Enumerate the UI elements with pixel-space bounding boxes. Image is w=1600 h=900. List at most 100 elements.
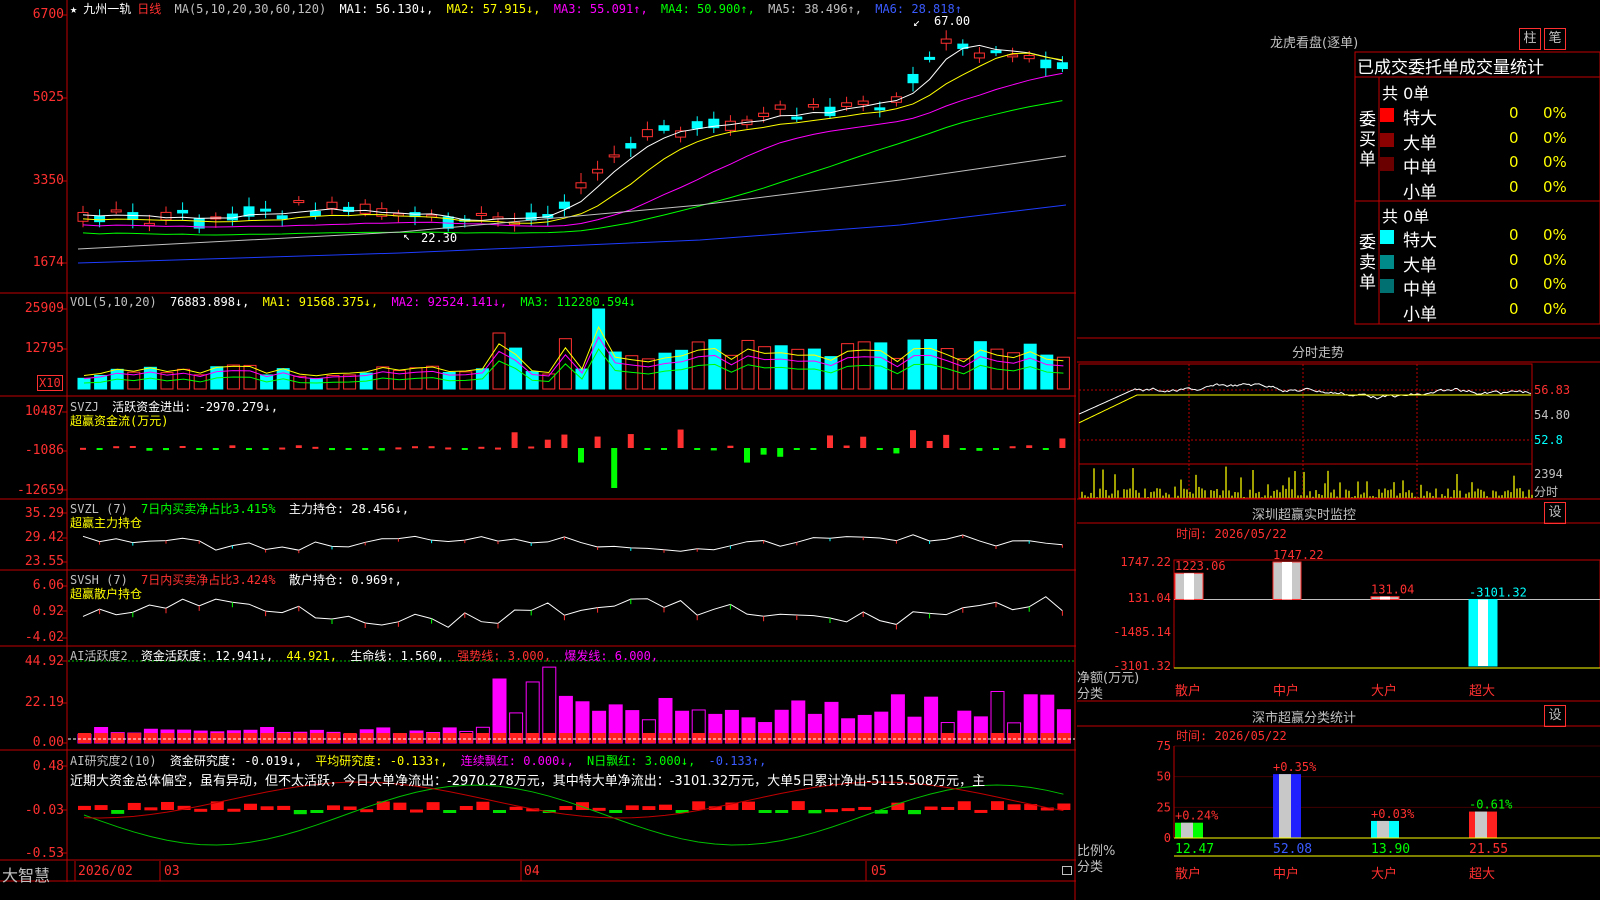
intraday-volume-bar xyxy=(1225,466,1227,498)
class-ytick: 0 xyxy=(1164,831,1171,845)
main-ytick-2: 5025 xyxy=(32,90,64,105)
svsh-ytick-3: -4.02 xyxy=(24,630,64,645)
research-bar xyxy=(244,803,257,810)
vol-ytick-2: 12795 xyxy=(24,341,64,356)
intraday-volume-bar xyxy=(1441,494,1443,498)
activity-base-bar xyxy=(742,733,755,743)
fund-flow-bar xyxy=(727,445,734,448)
class-category: 大户 xyxy=(1371,866,1397,882)
intraday-volume-bar xyxy=(1192,493,1194,498)
main-ytick-4: 1674 xyxy=(32,255,64,270)
period-label[interactable]: 日线 xyxy=(137,2,161,16)
sell-row: 特大 0 0% xyxy=(1380,226,1600,251)
brand-label[interactable]: 大智慧 xyxy=(2,862,50,886)
class-category: 散户 xyxy=(1175,866,1201,882)
ai-active-v2: 44.921, xyxy=(286,649,337,663)
research-bar xyxy=(227,808,241,812)
activity-base-bar xyxy=(393,733,407,743)
intraday-volume-bar xyxy=(1495,491,1497,498)
ai-active-name: AI活跃度2 xyxy=(70,649,128,663)
fund-flow-bar xyxy=(295,445,302,448)
activity-base-bar xyxy=(1057,733,1071,743)
monitor-category: 大户 xyxy=(1371,683,1397,699)
fund-flow-bar xyxy=(312,446,319,449)
intraday-volume-bar xyxy=(1291,489,1293,498)
fund-flow-bar xyxy=(777,448,784,457)
research-bar xyxy=(327,805,340,810)
monitor-frame xyxy=(1173,559,1600,669)
research-bar xyxy=(260,806,274,810)
intraday-volume-bar xyxy=(1363,492,1365,498)
intraday-title[interactable]: 分时走势 xyxy=(1292,342,1344,361)
candle-body xyxy=(990,50,1002,54)
svsh-subtitle: 超赢散户持仓 xyxy=(70,587,143,601)
candle-body xyxy=(1007,54,1019,58)
monitor-ytick: -1485.14 xyxy=(1113,625,1171,639)
activity-base-bar xyxy=(941,733,955,743)
intraday-volume-bar xyxy=(1114,474,1116,498)
monitor-ytick: 131.04 xyxy=(1128,591,1171,605)
chart-area[interactable]: ↙ ↖ ★ 九州一轨 日线 MA(5,10,20,30,60,120) MA1: 56… xyxy=(0,0,1076,900)
monitor-bar-label: 131.04 xyxy=(1371,583,1414,597)
buy-color-swatch xyxy=(1380,157,1394,171)
activity-base-bar xyxy=(974,733,988,743)
fund-flow-bar xyxy=(461,448,468,450)
research-bar xyxy=(194,808,208,812)
fund-flow-bar xyxy=(362,448,369,450)
activity-base-bar xyxy=(144,733,158,743)
research-bar xyxy=(642,806,656,810)
candle-body xyxy=(691,121,703,129)
fund-flow-bar xyxy=(229,445,236,448)
candle-body xyxy=(359,203,371,214)
sell-label: 小单 xyxy=(1403,304,1437,325)
intraday-volume-bar xyxy=(1264,495,1266,498)
lock-icon[interactable] xyxy=(1062,866,1072,875)
activity-bar xyxy=(542,666,557,744)
sz-class-settings-button[interactable]: 设 xyxy=(1544,705,1566,727)
volume-bar xyxy=(309,378,323,390)
candle-body xyxy=(940,38,952,44)
candle-body xyxy=(309,211,321,217)
candle-body xyxy=(824,106,836,117)
candle-body xyxy=(558,201,570,209)
intraday-volume-bar xyxy=(1525,496,1527,498)
favorite-star-icon[interactable]: ★ xyxy=(70,2,77,16)
intraday-volume-bar xyxy=(1417,497,1419,498)
fund-flow-bar xyxy=(478,446,485,449)
sz-class-xlabel: 分类 xyxy=(1077,860,1104,875)
ma1-line xyxy=(82,44,1063,222)
svzj-ytick-3: -12659 xyxy=(17,483,64,498)
intraday-volume-bar xyxy=(1375,497,1377,498)
intraday-volume-bar xyxy=(1528,489,1530,498)
activity-base-bar xyxy=(1024,733,1038,743)
intraday-volume-bar xyxy=(1396,495,1398,498)
research-bar xyxy=(1007,804,1021,810)
intraday-volume-bar xyxy=(1477,488,1479,498)
sz-monitor-settings-button[interactable]: 设 xyxy=(1544,502,1566,524)
activity-base-bar xyxy=(559,733,573,743)
ai-research-nday: N日飘红: 3.000↓, xyxy=(587,754,696,768)
research-bar xyxy=(924,806,938,810)
monitor-bar-highlight xyxy=(1478,599,1488,666)
fund-flow-bar xyxy=(495,447,501,450)
intraday-volume-bar xyxy=(1453,490,1455,498)
intraday-volume-bar xyxy=(1339,482,1341,498)
research-bar xyxy=(360,809,374,813)
column-view-button[interactable]: 柱 xyxy=(1519,28,1541,50)
intraday-volume-bar xyxy=(1195,474,1197,498)
activity-base-bar xyxy=(177,733,191,743)
intraday-volume-bar xyxy=(1258,491,1260,498)
buy-label: 大单 xyxy=(1403,133,1437,154)
stock-name[interactable]: 九州一轨 xyxy=(83,2,131,16)
sell-color-swatch xyxy=(1380,254,1394,269)
fund-flow-bar xyxy=(262,448,269,450)
sell-label: 大单 xyxy=(1403,255,1437,276)
research-bar xyxy=(1057,803,1071,810)
vol-ma1: MA1: 91568.375↓, xyxy=(262,295,379,309)
tick-view-button[interactable]: 笔 xyxy=(1544,28,1566,50)
intraday-volume-bar xyxy=(1504,491,1506,498)
research-bar xyxy=(410,809,423,813)
intraday-volume-bar xyxy=(1330,492,1332,498)
fund-flow-bar xyxy=(943,434,950,448)
intraday-volume-bar xyxy=(1174,486,1176,498)
